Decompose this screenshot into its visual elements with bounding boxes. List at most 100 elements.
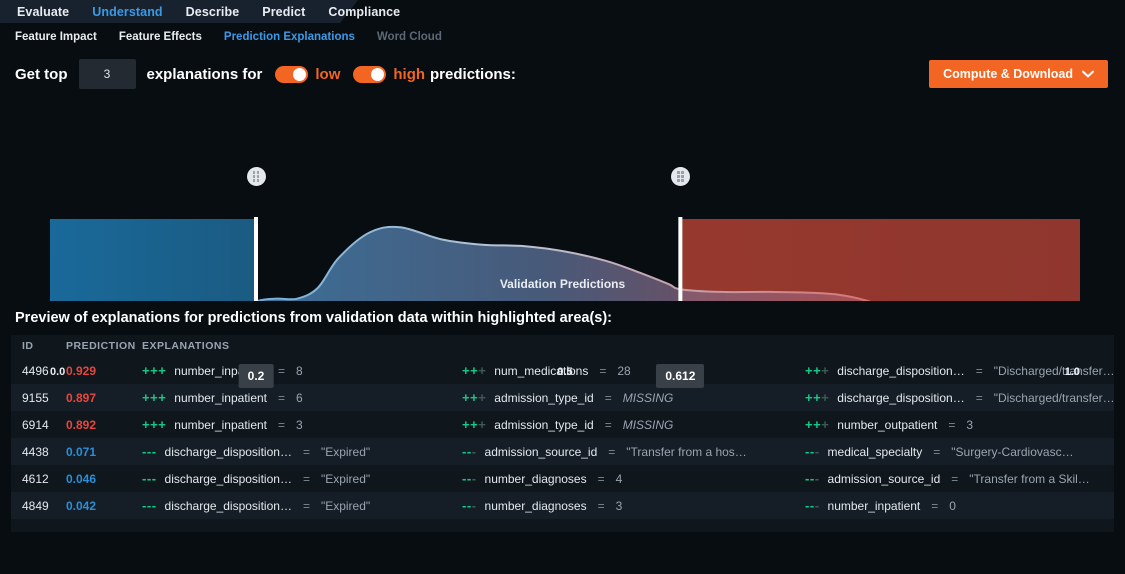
explanation-cell: +++ number_inpatient = 6 — [142, 390, 462, 405]
explanation-cell: --- number_diagnoses = 3 — [462, 498, 805, 513]
low-label: low — [315, 65, 341, 83]
explanation-cell: +++ admission_type_id = MISSING — [462, 417, 805, 432]
row-id: 4612 — [22, 471, 49, 486]
high-threshold-handle[interactable] — [670, 167, 690, 186]
compute-and-download-button[interactable]: Compute & Download — [929, 60, 1108, 88]
predictions-label: predictions: — [430, 65, 516, 83]
primary-nav-items: Evaluate Understand Describe Predict Complia… — [0, 0, 400, 23]
explanation-value: 4 — [615, 471, 623, 486]
strength-indicator-icon: --- — [142, 471, 157, 486]
explanation-cell: --- number_inpatient = 0 — [805, 498, 1114, 513]
x-axis-title: Validation Predictions — [499, 277, 626, 291]
strength-indicator-icon: +++ — [142, 363, 167, 378]
equals-sign: = — [975, 363, 983, 378]
explanation-value: "Discharged/transfer… — [993, 390, 1114, 405]
nav-item-evaluate[interactable]: Evaluate — [17, 5, 69, 19]
strength-indicator-icon: +++ — [142, 390, 167, 405]
explanation-feature: num_medications — [494, 363, 589, 378]
strength-indicator-icon: +++ — [805, 417, 830, 432]
strength-indicator-icon: +++ — [462, 390, 487, 405]
high-label: high — [393, 65, 426, 83]
subnav-item-prediction-explanations[interactable]: Prediction Explanations — [224, 31, 355, 43]
low-threshold-handle[interactable] — [246, 167, 266, 186]
explanation-feature: admission_type_id — [494, 417, 594, 432]
equals-sign: = — [604, 390, 612, 405]
strength-indicator-icon: +++ — [805, 390, 830, 405]
top-n-input[interactable]: 3 — [78, 59, 136, 89]
secondary-nav: Feature Impact Feature Effects Prediction … — [0, 23, 1125, 51]
equals-sign: = — [278, 417, 286, 432]
low-toggle-knob — [293, 67, 307, 81]
drag-dots-icon — [252, 171, 260, 182]
strength-indicator-icon: --- — [805, 498, 820, 513]
controls-bar: Get top 3 explanations for low high pred… — [0, 51, 1125, 97]
explanation-cell: --- admission_source_id = "Transfer from a … — [462, 444, 805, 459]
subnav-item-feature-effects[interactable]: Feature Effects — [119, 31, 202, 43]
equals-sign: = — [302, 444, 310, 459]
row-prediction: 0.042 — [66, 498, 97, 513]
x-tick-label-1.0: 1.0 — [1064, 366, 1080, 378]
explanation-feature: number_diagnoses — [484, 471, 587, 486]
table-row[interactable]: 4612 0.046 --- discharge_disposition… = "Expi… — [11, 465, 1114, 492]
low-predictions-toggle[interactable] — [275, 65, 309, 83]
equals-sign: = — [604, 417, 612, 432]
table-title: Preview of explanations for predictions … — [15, 310, 612, 326]
table-row[interactable]: 4438 0.071 --- discharge_disposition… = "Expi… — [11, 438, 1114, 465]
subnav-item-word-cloud[interactable]: Word Cloud — [377, 31, 442, 43]
strength-indicator-icon: --- — [142, 444, 157, 459]
row-explanations: +++ number_inpatient = 3 +++ admission_type_i… — [142, 417, 1114, 432]
row-prediction: 0.929 — [66, 363, 97, 378]
equals-sign: = — [597, 471, 605, 486]
nav-item-compliance[interactable]: Compliance — [328, 5, 400, 19]
equals-sign: = — [302, 471, 310, 486]
table-row[interactable]: 4849 0.042 --- discharge_disposition… = "Expi… — [11, 492, 1114, 519]
row-explanations: +++ number_inpatient = 8 +++ num_medications =… — [142, 363, 1114, 378]
explanation-value: MISSING — [622, 417, 674, 432]
strength-indicator-icon: +++ — [462, 417, 487, 432]
strength-indicator-icon: +++ — [142, 417, 167, 432]
explanation-value: "Surgery-Cardiovasc… — [951, 444, 1074, 459]
prediction-distribution-chart[interactable]: Validation Predictions 0.0 0.5 1.0 0.2 0.612 — [0, 101, 1125, 388]
explanation-value: "Expired" — [320, 498, 371, 513]
explanation-cell: --- number_diagnoses = 4 — [462, 471, 805, 486]
equals-sign: = — [951, 471, 959, 486]
explanation-value: "Transfer from a Skil… — [969, 471, 1090, 486]
high-predictions-toggle[interactable] — [353, 65, 387, 83]
explanation-value: MISSING — [622, 390, 674, 405]
explanation-feature: discharge_disposition… — [837, 390, 965, 405]
row-id: 6914 — [22, 417, 49, 432]
table-row[interactable]: 9155 0.897 +++ number_inpatient = 6 +++ admissi… — [11, 384, 1114, 411]
strength-indicator-icon: --- — [805, 471, 820, 486]
equals-sign: = — [278, 390, 286, 405]
explanation-value: 6 — [296, 390, 303, 405]
explanation-feature: discharge_disposition… — [164, 498, 292, 513]
explanation-cell: +++ num_medications = 28 — [462, 363, 805, 378]
table-row[interactable]: 6914 0.892 +++ number_inpatient = 3 +++ admissi… — [11, 411, 1114, 438]
explanation-cell: --- admission_source_id = "Transfer from a … — [805, 471, 1114, 486]
column-header-id: ID — [22, 340, 34, 352]
row-prediction: 0.897 — [66, 390, 97, 405]
strength-indicator-icon: --- — [805, 444, 820, 459]
nav-item-understand[interactable]: Understand — [92, 5, 162, 19]
explanation-cell: +++ discharge_disposition… = "Discharged/tr… — [805, 390, 1114, 405]
explanation-value: 3 — [615, 498, 623, 513]
explanation-value: 28 — [617, 363, 631, 378]
x-tick-label-0.5: 0.5 — [557, 366, 573, 378]
compute-button-label: Compute & Download — [943, 67, 1073, 81]
explanation-value: "Transfer from a hos… — [626, 444, 747, 459]
nav-item-predict[interactable]: Predict — [262, 5, 305, 19]
row-explanations: --- discharge_disposition… = "Expired" --- nu… — [142, 471, 1114, 486]
row-prediction: 0.046 — [66, 471, 97, 486]
chevron-down-icon — [1082, 67, 1094, 81]
low-threshold-value-label[interactable]: 0.2 — [238, 364, 274, 388]
subnav-item-feature-impact[interactable]: Feature Impact — [15, 31, 97, 43]
explanation-value: 3 — [296, 417, 303, 432]
nav-item-describe[interactable]: Describe — [186, 5, 240, 19]
explanation-feature: admission_source_id — [827, 471, 941, 486]
explanation-cell: +++ number_inpatient = 3 — [142, 417, 462, 432]
explanation-feature: medical_specialty — [827, 444, 923, 459]
equals-sign: = — [975, 390, 983, 405]
row-id: 4849 — [22, 498, 49, 513]
strength-indicator-icon: --- — [462, 498, 477, 513]
high-threshold-value-label[interactable]: 0.612 — [656, 364, 705, 388]
